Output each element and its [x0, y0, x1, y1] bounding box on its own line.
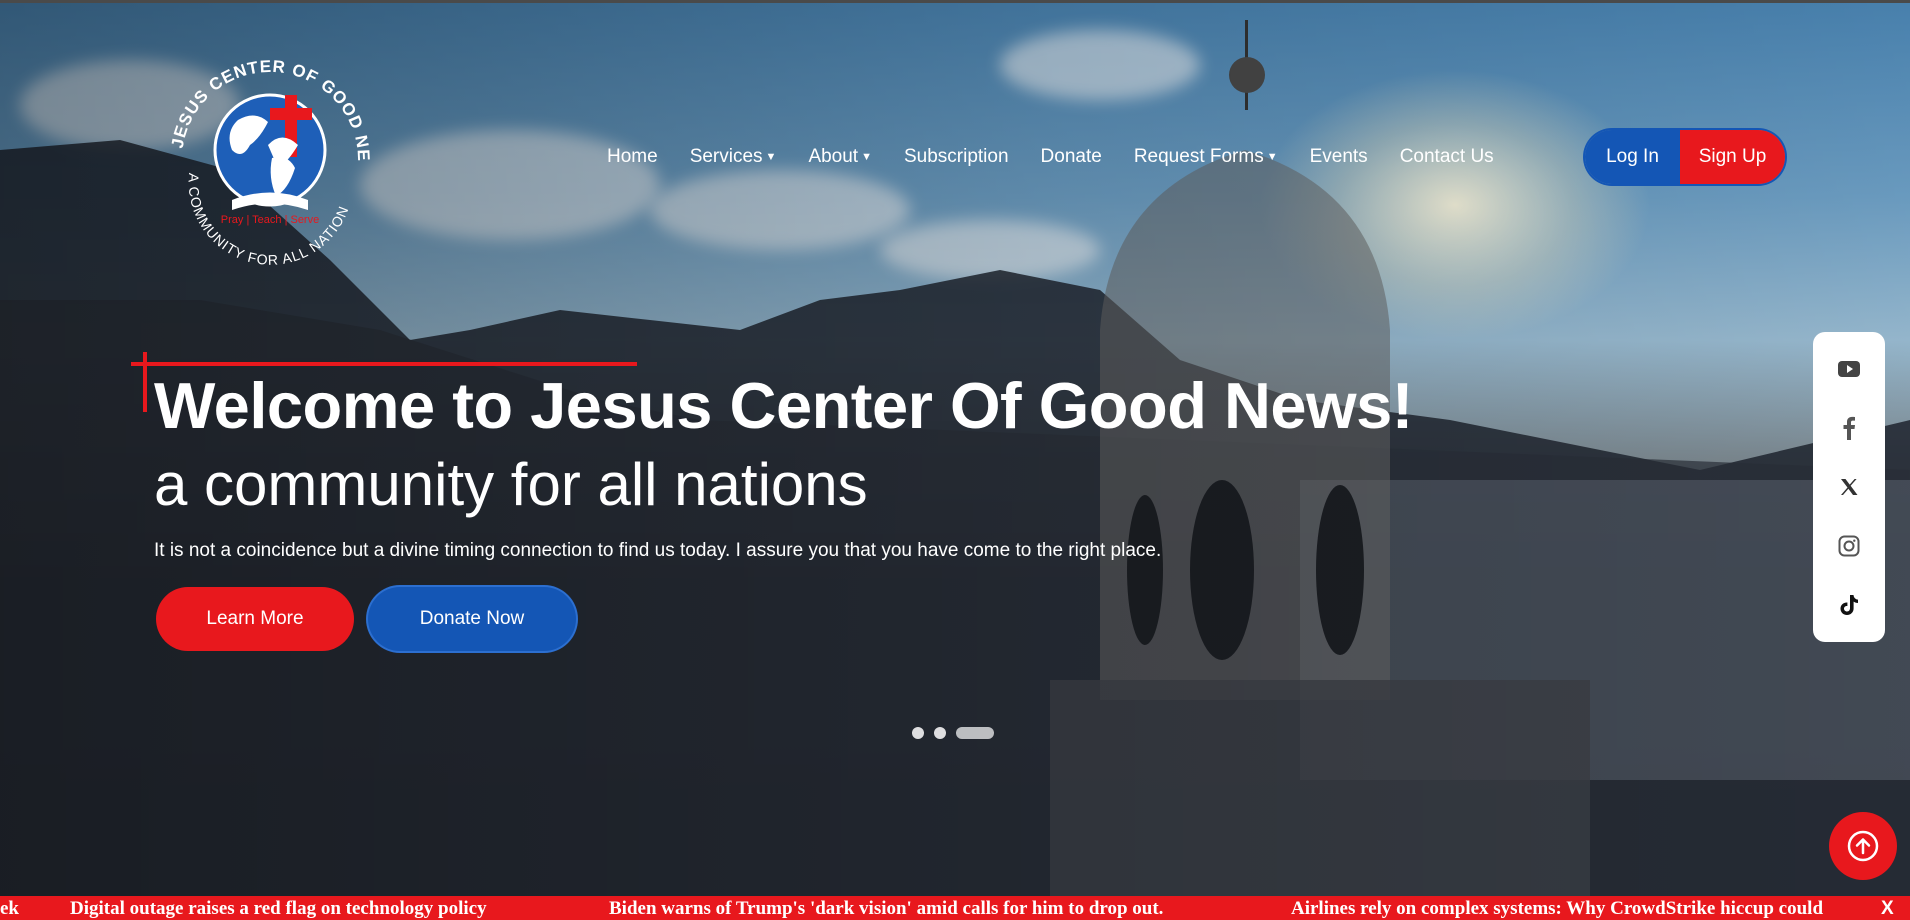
nav-item-label: Donate — [1040, 146, 1102, 167]
arrow-up-circle-icon — [1847, 830, 1879, 862]
caret-down-icon: ▼ — [861, 151, 872, 163]
church-logo[interactable]: JESUS CENTER OF GOOD NEWS A COMMUNITY FO… — [160, 50, 380, 270]
nav-item-home[interactable]: Home — [607, 146, 658, 168]
main-nav: Home Services ▼ About ▼ Subscription Donat… — [607, 146, 1526, 168]
learn-more-button[interactable]: Learn More — [156, 587, 354, 651]
instagram-icon[interactable] — [1836, 533, 1862, 559]
nav-item-label: Services — [689, 146, 763, 167]
nav-item-about[interactable]: About ▼ — [808, 146, 872, 168]
caret-down-icon: ▼ — [765, 151, 777, 163]
nav-item-label: About — [808, 146, 859, 167]
window-top-strip — [0, 0, 1910, 3]
x-icon[interactable] — [1836, 474, 1862, 500]
news-ticker: ek Digital outage raises a red flag on t… — [0, 896, 1910, 920]
headline-accent-line — [131, 362, 637, 366]
signup-button[interactable]: Sign Up — [1680, 130, 1785, 184]
social-sidebar — [1813, 332, 1885, 642]
ticker-headline[interactable]: Biden warns of Trump's 'dark vision' ami… — [609, 898, 1163, 920]
donate-now-button[interactable]: Donate Now — [368, 587, 576, 651]
tiktok-icon[interactable] — [1836, 592, 1862, 618]
login-button[interactable]: Log In — [1585, 130, 1680, 184]
slider-dot[interactable] — [956, 727, 994, 739]
nav-item-contact-us[interactable]: Contact Us — [1400, 146, 1494, 168]
ticker-close-icon[interactable]: X — [1881, 898, 1894, 920]
logo-motto: Pray | Teach | Serve — [221, 214, 319, 226]
hero-tagline: It is not a coincidence but a divine tim… — [154, 540, 1162, 561]
slider-pagination — [912, 727, 1004, 739]
nav-item-donate[interactable]: Donate — [1041, 146, 1102, 168]
nav-item-label: Request Forms — [1133, 146, 1264, 167]
nav-item-request-forms[interactable]: Request Forms ▼ — [1134, 146, 1278, 168]
nav-item-label: Home — [607, 146, 658, 167]
ticker-headline[interactable]: Airlines rely on complex systems: Why Cr… — [1291, 898, 1823, 920]
youtube-icon[interactable] — [1836, 356, 1862, 382]
ticker-headline[interactable]: Digital outage raises a red flag on tech… — [70, 898, 487, 920]
slider-dot[interactable] — [912, 727, 924, 739]
back-to-top-button[interactable] — [1829, 812, 1897, 880]
hero-subheadline: a community for all nations — [154, 451, 868, 518]
caret-down-icon: ▼ — [1266, 151, 1278, 163]
nav-item-label: Events — [1309, 146, 1368, 167]
nav-item-services[interactable]: Services ▼ — [690, 146, 777, 168]
auth-button-group: Log In Sign Up — [1585, 130, 1785, 184]
ticker-fragment: ek — [0, 898, 19, 919]
headline-accent-bar — [143, 352, 147, 412]
nav-item-label: Contact Us — [1399, 146, 1494, 167]
slider-dot[interactable] — [934, 727, 946, 739]
nav-item-events[interactable]: Events — [1310, 146, 1368, 168]
facebook-icon[interactable] — [1836, 415, 1862, 441]
nav-item-subscription[interactable]: Subscription — [904, 146, 1009, 168]
nav-item-label: Subscription — [903, 146, 1009, 167]
hero-headline: Welcome to Jesus Center Of Good News! — [154, 369, 1413, 442]
